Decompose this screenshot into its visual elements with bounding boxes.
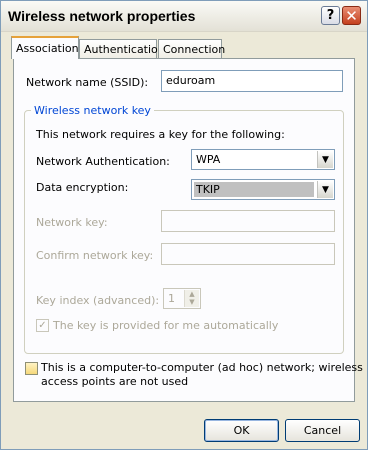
adhoc-checkbox[interactable]: [25, 362, 38, 375]
chevron-down-icon[interactable]: ▼: [317, 181, 333, 198]
network-authentication-select[interactable]: WPA ▼: [191, 149, 335, 170]
title-bar[interactable]: Wireless network properties ? ✕: [1, 1, 367, 32]
ssid-label: Network name (SSID):: [26, 76, 149, 89]
data-encryption-select[interactable]: TKIP ▼: [191, 179, 335, 200]
confirm-key-input[interactable]: [161, 243, 335, 265]
tab-authentication[interactable]: Authentication: [79, 39, 165, 58]
tab-connection[interactable]: Connection: [158, 39, 225, 58]
wireless-properties-dialog: Wireless network properties ? ✕ Associat…: [0, 0, 368, 450]
tab-association[interactable]: Association: [11, 36, 79, 59]
close-button[interactable]: ✕: [342, 6, 361, 25]
auto-key-checkbox[interactable]: ✓: [36, 319, 49, 332]
network-authentication-value: WPA: [196, 153, 221, 166]
adhoc-label-line2: access points are not used: [41, 375, 189, 388]
ssid-input[interactable]: eduroam: [161, 70, 343, 92]
spin-arrows-icon[interactable]: ▲ ▼: [184, 290, 199, 307]
chevron-down-icon[interactable]: ▼: [317, 151, 333, 168]
cancel-button[interactable]: Cancel: [285, 419, 360, 442]
auto-key-label: The key is provided for me automatically: [53, 319, 279, 332]
data-encryption-label: Data encryption:: [36, 181, 129, 194]
data-encryption-value: TKIP: [194, 182, 314, 197]
help-button[interactable]: ?: [321, 6, 340, 25]
dialog-title: Wireless network properties: [8, 8, 196, 24]
adhoc-label-line1: This is a computer-to-computer (ad hoc) …: [41, 361, 363, 374]
key-index-stepper[interactable]: 1 ▲ ▼: [163, 288, 201, 309]
key-index-label: Key index (advanced):: [36, 294, 160, 307]
ok-button[interactable]: OK: [204, 419, 279, 442]
association-panel: Network name (SSID): eduroam Wireless ne…: [13, 58, 363, 402]
network-authentication-label: Network Authentication:: [36, 155, 170, 168]
key-index-value: 1: [168, 292, 175, 305]
wireless-key-group-title: Wireless network key: [34, 104, 151, 117]
network-key-label: Network key:: [36, 216, 108, 229]
network-key-input[interactable]: [161, 210, 335, 232]
confirm-key-label: Confirm network key:: [36, 249, 154, 262]
key-requirement-text: This network requires a key for the foll…: [36, 128, 285, 141]
